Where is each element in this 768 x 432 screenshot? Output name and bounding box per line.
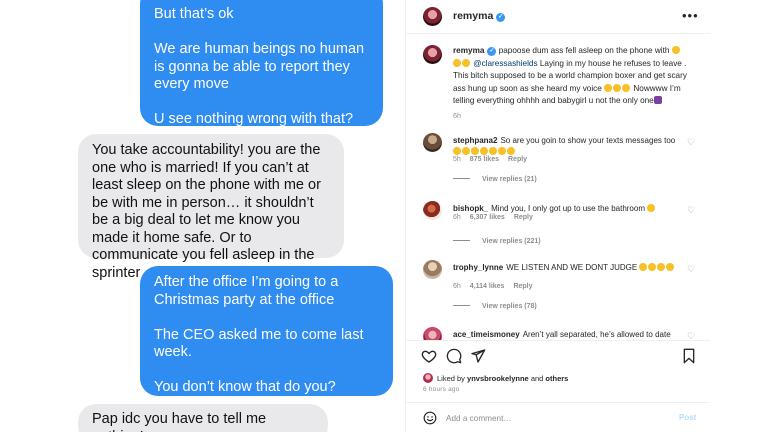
- like-comment-icon[interactable]: ♡: [687, 264, 695, 275]
- post-author[interactable]: remyma ✓: [453, 10, 506, 22]
- comment-meta: 5h 875 likes Reply: [453, 156, 536, 163]
- comment-likes[interactable]: 875 likes: [470, 156, 499, 163]
- received-message-bubble: You take accountability! you are the one…: [78, 134, 344, 281]
- grinning-squint-emoji-icon: [622, 83, 631, 92]
- comment-username[interactable]: stephpana2: [453, 136, 497, 145]
- comment-username[interactable]: bishopk_: [453, 204, 488, 213]
- grinning-squint-emoji-icon: [648, 263, 657, 271]
- avatar[interactable]: [423, 260, 442, 279]
- comment-body: So are you goin to show your texts messa…: [500, 136, 676, 145]
- grinning-squint-emoji-icon: [613, 83, 622, 92]
- comment-username[interactable]: ace_timeismoney: [453, 330, 520, 339]
- comment-body: Mind you, I only got up to use the bathr…: [491, 204, 645, 213]
- liked-by-others[interactable]: others: [545, 374, 568, 383]
- avatar[interactable]: [423, 373, 433, 383]
- verified-badge-icon: ✓: [496, 13, 506, 22]
- grinning-squint-emoji-icon: [462, 58, 470, 67]
- more-options-icon[interactable]: •••: [682, 8, 699, 23]
- avatar[interactable]: [423, 201, 442, 220]
- verified-badge-icon: ✓: [487, 47, 497, 56]
- reply-button[interactable]: Reply: [508, 156, 527, 163]
- view-replies-button[interactable]: View replies (221): [453, 238, 541, 245]
- heart-icon[interactable]: [421, 348, 437, 364]
- caption-text: remyma ✓ papoose dum ass fell asleep on t…: [453, 45, 688, 108]
- like-comment-icon[interactable]: ♡: [687, 137, 695, 148]
- sent-message-bubble: After the office I’m going to a Christma…: [140, 266, 393, 396]
- page-margin: [710, 0, 768, 432]
- view-replies-button[interactable]: View replies (78): [453, 303, 537, 310]
- comment-body: WE LISTEN AND WE DONT JUDGE: [506, 263, 638, 272]
- instagram-post-panel: remyma ✓ ••• remyma ✓ papoose dum ass fell…: [405, 0, 711, 432]
- grinning-squint-emoji-icon: [453, 147, 461, 155]
- comment-username[interactable]: trophy_lynne: [453, 263, 503, 272]
- grinning-squint-emoji-icon: [480, 147, 488, 155]
- grinning-squint-emoji-icon: [453, 58, 461, 67]
- liked-by-prefix: Liked by: [437, 374, 468, 383]
- paper-plane-share-icon[interactable]: [470, 348, 486, 364]
- grinning-squint-emoji-icon: [639, 263, 648, 271]
- view-replies-label[interactable]: View replies (78): [482, 303, 537, 310]
- grinning-squint-emoji-icon: [471, 147, 479, 155]
- received-message-bubble: Pap idc you have to tell me nothing!: [78, 404, 328, 432]
- comment-item: ace_timeismoney Aren’t yall separated, he…: [406, 327, 711, 341]
- grinning-squint-emoji-icon: [498, 147, 506, 155]
- comment-meta: 6h 6,307 likes Reply: [453, 214, 542, 221]
- comment-time: 6h: [453, 283, 461, 290]
- grinning-squint-emoji-icon: [604, 83, 613, 92]
- post-caption: remyma ✓ papoose dum ass fell asleep on t…: [406, 34, 711, 122]
- comment-text: bishopk_ Mind you, I only got up to use t…: [453, 203, 681, 214]
- like-comment-icon[interactable]: ♡: [687, 205, 695, 216]
- comment-time: 6h: [453, 214, 461, 221]
- post-header: remyma ✓ •••: [406, 0, 711, 34]
- bookmark-icon[interactable]: [681, 348, 697, 364]
- post-comment-button[interactable]: Post: [679, 413, 696, 422]
- view-replies-label[interactable]: View replies (21): [482, 176, 537, 183]
- comment-likes[interactable]: 6,307 likes: [470, 214, 505, 221]
- add-comment-bar: Post: [406, 402, 711, 432]
- grinning-squint-emoji-icon: [666, 263, 675, 271]
- post-action-bar: [406, 340, 711, 370]
- grinning-squint-emoji-icon: [462, 147, 470, 155]
- caption-timestamp: 6h: [453, 111, 461, 120]
- grinning-squint-emoji-icon: [489, 147, 497, 155]
- comment-body: Aren’t yall separated, he’s allowed to d…: [522, 330, 671, 339]
- text-message-screenshot: But that’s ok We are human beings no hum…: [0, 0, 405, 432]
- grinning-squint-emoji-icon: [671, 46, 680, 54]
- comment-time: 5h: [453, 156, 461, 163]
- liked-by-user[interactable]: ynvsbrookelynne: [467, 374, 529, 383]
- divider: [453, 305, 470, 306]
- reply-button[interactable]: Reply: [513, 283, 532, 290]
- comment-text: ace_timeismoney Aren’t yall separated, he…: [453, 329, 681, 340]
- grinning-squint-emoji-icon: [507, 147, 515, 155]
- comment-text: trophy_lynne WE LISTEN AND WE DONT JUDGE: [453, 262, 681, 273]
- books-emoji-icon: [653, 96, 662, 104]
- comment-likes[interactable]: 4,114 likes: [470, 283, 505, 290]
- comment-text: stephpana2 So are you goin to show your t…: [453, 135, 681, 157]
- comment-input[interactable]: [446, 410, 671, 426]
- sent-message-bubble: But that’s ok We are human beings no hum…: [140, 0, 383, 127]
- divider: [453, 178, 470, 179]
- liked-by-joiner: and: [528, 374, 546, 383]
- avatar[interactable]: [423, 7, 442, 26]
- avatar[interactable]: [423, 327, 442, 341]
- caption-mention-link[interactable]: @claressashields: [473, 59, 537, 68]
- grinning-squint-emoji-icon: [657, 263, 666, 271]
- smiley-face-icon[interactable]: [423, 411, 437, 425]
- avatar[interactable]: [423, 133, 442, 152]
- view-replies-button[interactable]: View replies (21): [453, 176, 537, 183]
- grinning-squint-emoji-icon: [647, 204, 656, 212]
- liked-by-text: Liked by ynvsbrookelynne and others: [437, 374, 568, 383]
- view-replies-label[interactable]: View replies (221): [482, 238, 541, 245]
- post-age: 6 hours ago: [423, 386, 460, 393]
- comment-bubble-icon[interactable]: [446, 348, 462, 364]
- reply-button[interactable]: Reply: [514, 214, 533, 221]
- divider: [453, 240, 470, 241]
- caption-text-part: papoose dum ass fell asleep on the phone…: [498, 46, 672, 55]
- avatar[interactable]: [423, 45, 442, 64]
- post-author-username[interactable]: remyma: [453, 10, 493, 22]
- caption-username[interactable]: remyma: [453, 46, 484, 55]
- comment-meta: 6h 4,114 likes Reply: [453, 283, 542, 290]
